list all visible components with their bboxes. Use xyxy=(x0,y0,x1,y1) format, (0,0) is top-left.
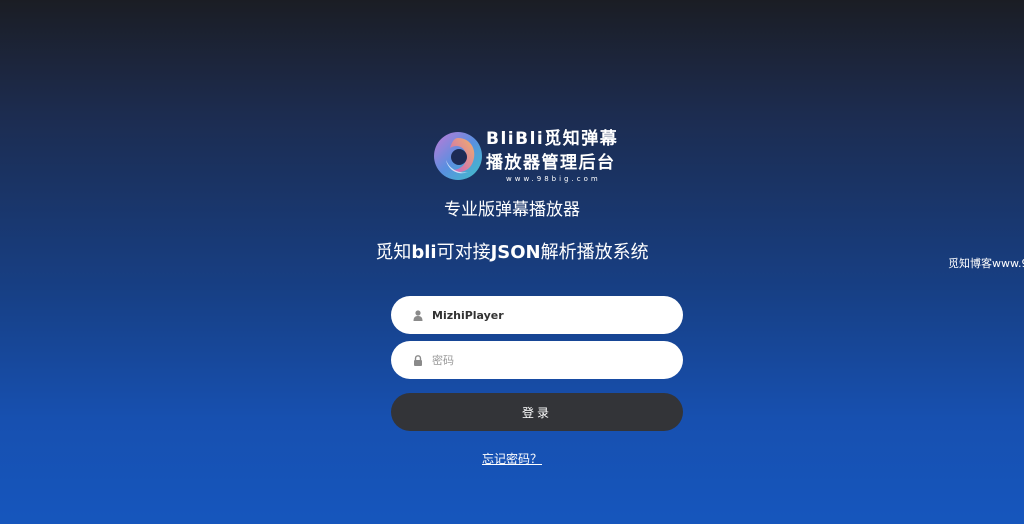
logo-text: BliBli觅知弹幕 播放器管理后台 www.98big.com xyxy=(486,126,640,184)
tagline-bold-2: JSON xyxy=(490,242,541,263)
password-input[interactable] xyxy=(432,353,652,367)
forgot-password-link[interactable]: 忘记密码？ xyxy=(482,452,542,466)
tagline-bold-1: bli xyxy=(411,242,437,263)
logo-title-line1: BliBli觅知弹幕 xyxy=(486,129,619,149)
page-subtitle: 专业版弹幕播放器 xyxy=(444,200,580,220)
side-note: 觅知博客www.9 xyxy=(948,257,1024,270)
user-icon xyxy=(413,309,423,321)
tagline-part-1: 觅知 xyxy=(375,242,412,263)
lock-icon xyxy=(414,354,422,366)
password-field[interactable] xyxy=(391,341,683,379)
page-tagline: 觅知bli可对接JSON解析播放系统 xyxy=(0,240,1024,266)
username-field[interactable] xyxy=(391,296,683,334)
logo: BliBli觅知弹幕 播放器管理后台 www.98big.com xyxy=(430,126,640,188)
swirl-logo-icon xyxy=(434,132,482,180)
logo-url: www.98big.com xyxy=(506,175,601,183)
login-button[interactable]: 登录 xyxy=(391,393,683,431)
tagline-part-3: 解析播放系统 xyxy=(540,242,649,263)
tagline-part-2: 可对接 xyxy=(436,242,491,263)
logo-title-line2: 播放器管理后台 xyxy=(486,153,616,173)
forgot-password-row: 忘记密码？ xyxy=(0,451,1024,467)
username-input[interactable] xyxy=(432,308,652,322)
